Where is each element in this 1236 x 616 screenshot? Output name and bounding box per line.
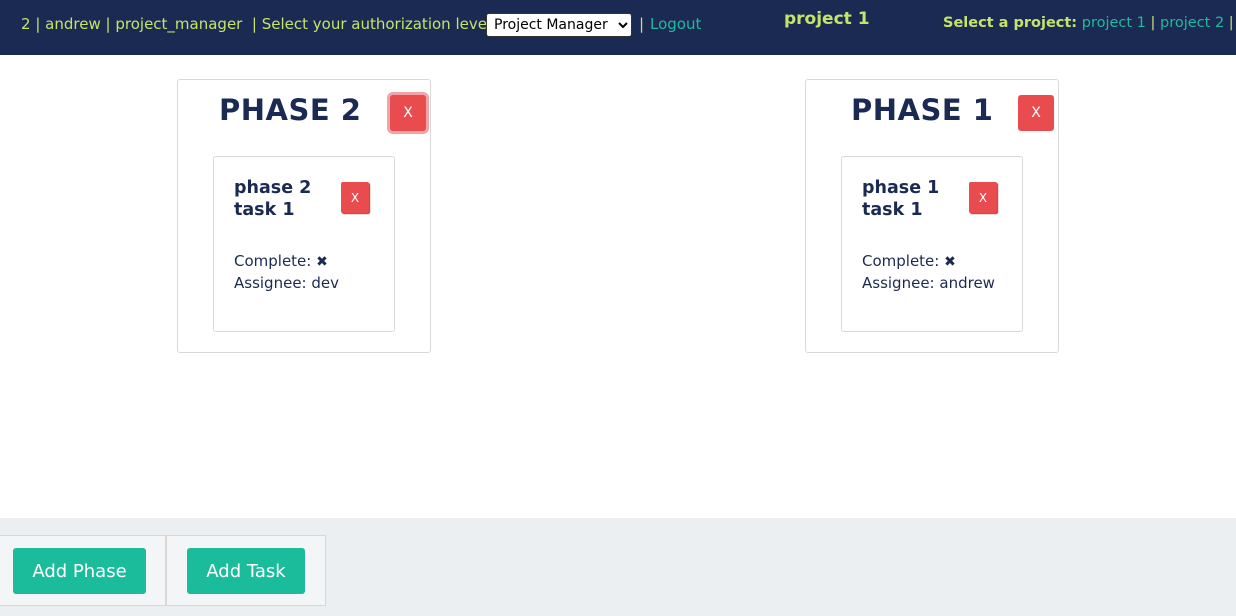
user-id: 2 <box>21 15 31 33</box>
delete-task-button[interactable]: X <box>969 182 997 213</box>
separator: | <box>35 15 41 33</box>
separator: | <box>639 15 645 33</box>
complete-label: Complete: <box>234 252 312 270</box>
username: andrew <box>45 15 101 33</box>
project-selector: Select a project: project 1 | project 2 … <box>943 15 1234 31</box>
task-assignee-row: Assignee: andrew <box>862 274 995 292</box>
task-complete-row: Complete: ✖ <box>234 252 328 270</box>
select-project-label: Select a project: <box>943 15 1078 31</box>
phase-title: PHASE 2 <box>219 93 362 127</box>
add-task-button[interactable]: Add Task <box>187 548 305 594</box>
assignee-name: dev <box>311 274 340 292</box>
add-phase-button[interactable]: Add Phase <box>13 548 146 594</box>
assignee-label: Assignee: <box>234 274 307 292</box>
phase-card: PHASE 2 X phase 2 task 1 X Complete: ✖ A… <box>177 79 431 353</box>
separator: | <box>105 15 111 33</box>
user-role: project_manager <box>115 15 243 33</box>
incomplete-cross-icon: ✖ <box>944 254 956 270</box>
add-task-container: Add Task <box>166 535 326 606</box>
separator: | <box>1150 15 1156 31</box>
logout-link[interactable]: Logout <box>650 15 701 33</box>
task-card: phase 1 task 1 X Complete: ✖ Assignee: a… <box>841 156 1023 332</box>
task-card: phase 2 task 1 X Complete: ✖ Assignee: d… <box>213 156 395 332</box>
top-nav-bar: 2 | andrew | project_manager | Select yo… <box>0 0 1236 55</box>
project-link-1[interactable]: project 1 <box>1082 15 1146 31</box>
delete-phase-button[interactable]: X <box>390 95 426 131</box>
auth-level-label: Select your authorization level: <box>261 15 497 33</box>
assignee-label: Assignee: <box>862 274 935 292</box>
project-link-2[interactable]: project 2 <box>1160 15 1224 31</box>
auth-level-select[interactable]: Project Manager <box>486 13 632 37</box>
task-complete-row: Complete: ✖ <box>862 252 956 270</box>
phase-card: PHASE 1 X phase 1 task 1 X Complete: ✖ A… <box>805 79 1059 353</box>
incomplete-cross-icon: ✖ <box>316 254 328 270</box>
task-assignee-row: Assignee: dev <box>234 274 339 292</box>
task-title: phase 2 task 1 <box>234 178 312 220</box>
separator: | <box>1228 15 1234 31</box>
delete-phase-button[interactable]: X <box>1018 95 1054 131</box>
phase-title: PHASE 1 <box>851 93 994 127</box>
assignee-name: andrew <box>939 274 995 292</box>
add-phase-container: Add Phase <box>0 535 166 606</box>
complete-label: Complete: <box>862 252 940 270</box>
current-project-title: project 1 <box>784 9 870 29</box>
task-title: phase 1 task 1 <box>862 178 940 220</box>
user-info: 2 | andrew | project_manager | Select yo… <box>21 15 496 33</box>
separator: | <box>251 15 257 33</box>
delete-task-button[interactable]: X <box>341 182 369 213</box>
